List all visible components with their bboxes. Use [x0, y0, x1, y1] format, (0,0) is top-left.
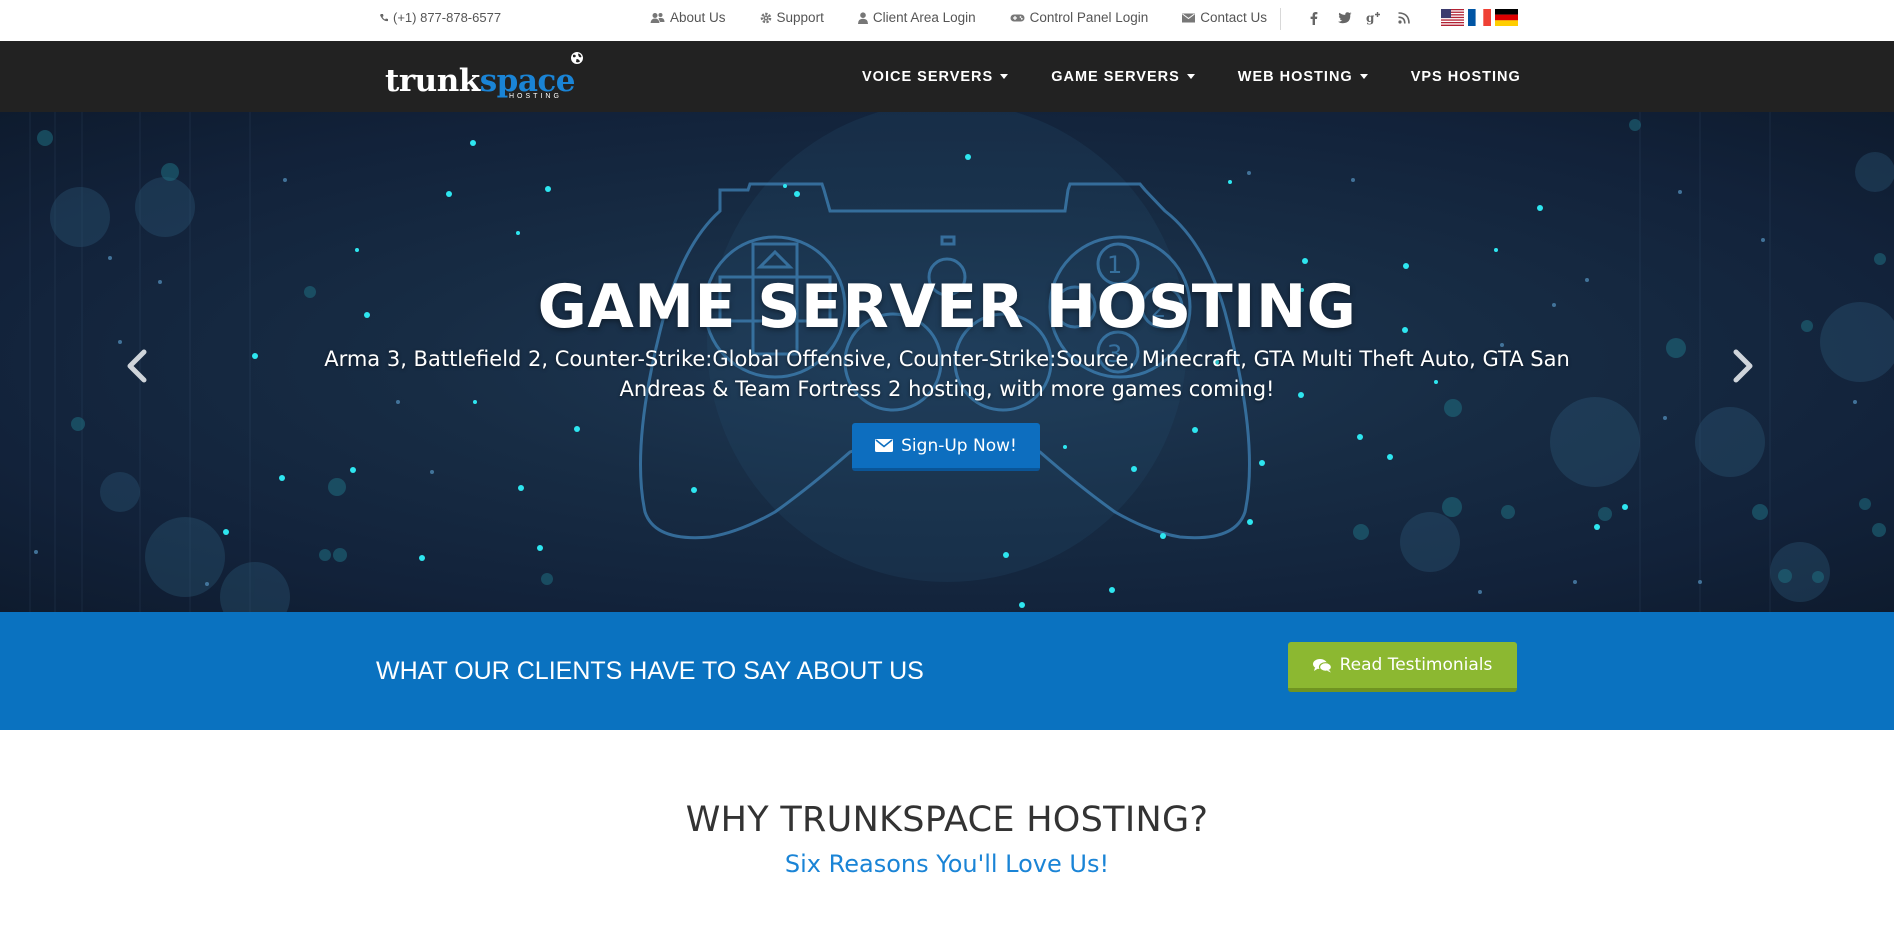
social-links: g: [1306, 10, 1412, 26]
support-label: Support: [776, 10, 824, 25]
contact-us-label: Contact Us: [1200, 10, 1268, 25]
phone-icon: [380, 13, 388, 21]
read-testimonials-label: Read Testimonials: [1339, 655, 1493, 675]
nav-voice-servers-label: VOICE SERVERS: [862, 68, 994, 85]
top-bar-divider: [1280, 8, 1281, 30]
testimonials-heading: WHAT OUR CLIENTS HAVE TO SAY ABOUT US: [376, 657, 924, 685]
why-section-subtitle: Six Reasons You'll Love Us!: [784, 850, 1110, 878]
control-panel-login-label: Control Panel Login: [1029, 10, 1149, 25]
why-section-title: WHY TRUNKSPACE HOSTING?: [685, 800, 1209, 840]
rss-icon[interactable]: [1396, 10, 1412, 26]
client-area-login-label: Client Area Login: [872, 10, 976, 25]
nav-web-hosting-label: WEB HOSTING: [1237, 68, 1353, 85]
sign-up-button[interactable]: Sign-Up Now!: [852, 423, 1040, 471]
nav-game-servers[interactable]: GAME SERVERS: [1051, 69, 1195, 85]
main-nav: VOICE SERVERS GAME SERVERS WEB HOSTING V…: [862, 41, 1521, 112]
support-link[interactable]: Support: [760, 10, 824, 25]
sign-up-button-label: Sign-Up Now!: [901, 435, 1017, 456]
hero-subtitle: Arma 3, Battlefield 2, Counter-Strike:Gl…: [324, 347, 1570, 401]
gear-icon: [760, 12, 771, 23]
nav-voice-servers[interactable]: VOICE SERVERS: [862, 68, 1009, 85]
read-testimonials-button[interactable]: Read Testimonials: [1288, 642, 1517, 692]
phone-number[interactable]: (+1) 877-878-6577: [379, 10, 501, 25]
top-bar: (+1) 877-878-6577 About Us Support Clien…: [0, 0, 1894, 41]
svg-text:g: g: [1366, 11, 1375, 25]
us-flag-icon[interactable]: [1441, 9, 1464, 26]
nav-web-hosting[interactable]: WEB HOSTING: [1238, 69, 1368, 85]
nav-vps-hosting-label: VPS HOSTING: [1410, 68, 1521, 85]
trunkspace-logo[interactable]: trunk space HOSTING: [385, 52, 583, 100]
comments-icon: [1312, 658, 1332, 672]
germany-flag-icon[interactable]: [1495, 9, 1518, 26]
gamepad-icon: [1010, 14, 1025, 21]
envelope-icon: [1182, 13, 1196, 22]
main-navbar: trunk space HOSTING VOICE SERVERS GAME SE…: [0, 41, 1894, 112]
france-flag-icon[interactable]: [1468, 9, 1491, 26]
user-icon: [857, 11, 868, 24]
top-links: About Us Support Client Area Login Contr…: [650, 10, 1267, 25]
carousel-prev-icon[interactable]: [122, 346, 152, 386]
nav-game-servers-label: GAME SERVERS: [1051, 68, 1180, 85]
language-flags: [1441, 9, 1518, 26]
client-area-login-link[interactable]: Client Area Login: [857, 10, 976, 25]
control-panel-login-link[interactable]: Control Panel Login: [1010, 10, 1149, 25]
caret-down-icon: [1359, 74, 1368, 79]
users-icon: [650, 12, 665, 23]
about-us-link[interactable]: About Us: [650, 10, 726, 25]
caret-down-icon: [1186, 74, 1195, 79]
about-us-label: About Us: [670, 10, 726, 25]
google-plus-icon[interactable]: g: [1366, 10, 1382, 26]
logo-subtext: HOSTING: [509, 93, 562, 100]
testimonials-band: WHAT OUR CLIENTS HAVE TO SAY ABOUT US Re…: [0, 612, 1894, 730]
carousel-next-icon[interactable]: [1728, 346, 1758, 386]
hero-carousel: 1 2 3 GAME SERVER HOSTING Arma 3, Battle…: [0, 112, 1894, 612]
globe-icon: [571, 52, 583, 64]
nav-vps-hosting[interactable]: VPS HOSTING: [1411, 69, 1521, 85]
twitter-icon[interactable]: [1336, 10, 1352, 26]
hero-title: GAME SERVER HOSTING: [537, 272, 1357, 342]
caret-down-icon: [1000, 74, 1009, 79]
facebook-icon[interactable]: [1306, 10, 1322, 26]
envelope-icon: [875, 439, 894, 452]
contact-us-link[interactable]: Contact Us: [1182, 10, 1267, 25]
logo-text-main: trunk: [385, 63, 480, 99]
phone-number-text: (+1) 877-878-6577: [393, 10, 502, 25]
